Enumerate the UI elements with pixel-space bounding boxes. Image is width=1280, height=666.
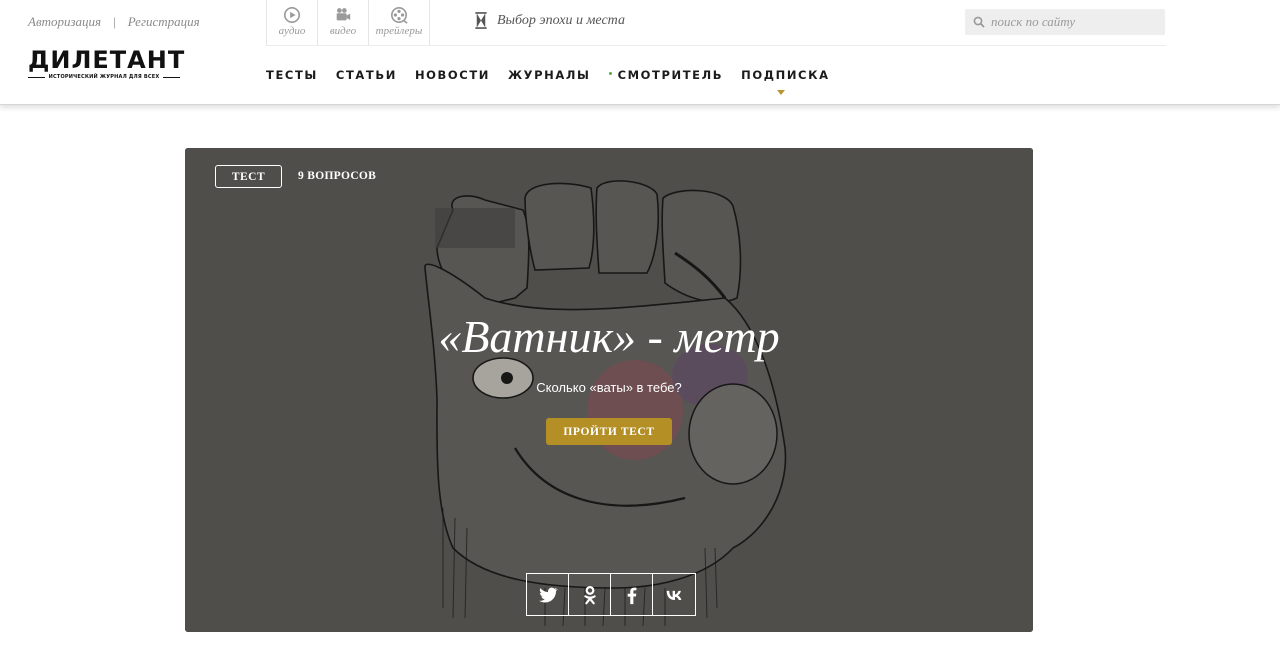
logo-tagline-row: ИСТОРИЧЕСКИЙ ЖУРНАЛ ДЛЯ ВСЕХ: [28, 74, 181, 80]
play-circle-icon: [283, 6, 301, 24]
logo-title: ДИЛЕТАНТ: [28, 46, 186, 74]
test-subtitle: Сколько «ваты» в тебе?: [536, 380, 682, 395]
share-facebook-button[interactable]: [611, 574, 653, 615]
share-odnoklassniki-button[interactable]: [569, 574, 611, 615]
nav-dot: [608, 72, 612, 75]
site-header: Авторизация | Регистрация ДИЛЕТАНТ ИСТОР…: [0, 0, 1280, 105]
share-buttons: [526, 573, 696, 616]
search-box: [965, 9, 1165, 35]
nav-item-tests[interactable]: ТЕСТЫ: [266, 68, 318, 82]
hourglass-icon: [475, 12, 487, 29]
video-camera-icon: [336, 8, 351, 21]
video-label: видео: [329, 25, 357, 37]
search-input[interactable]: [991, 14, 1161, 30]
main-nav: ТЕСТЫ СТАТЬИ НОВОСТИ ЖУРНАЛЫ СМОТРИТЕЛЬ …: [266, 68, 830, 95]
test-tag-badge[interactable]: ТЕСТ: [215, 165, 282, 188]
epoch-label: Выбор эпохи и места: [497, 12, 625, 28]
nav-item-articles[interactable]: СТАТЬИ: [336, 68, 397, 82]
test-hero-card: ТЕСТ 9 ВОПРОСОВ «Ватник» - метр Сколько …: [185, 148, 1033, 632]
auth-links: Авторизация | Регистрация: [28, 14, 200, 30]
questions-count: 9 ВОПРОСОВ: [298, 170, 377, 182]
nav-item-subscription-label: ПОДПИСКА: [741, 68, 830, 82]
nav-item-news[interactable]: НОВОСТИ: [415, 68, 490, 82]
trailers-link[interactable]: трейлеры: [368, 0, 430, 45]
login-link[interactable]: Авторизация: [28, 14, 101, 30]
test-title: «Ватник» - метр: [438, 311, 780, 362]
share-vk-button[interactable]: [653, 574, 695, 615]
site-logo[interactable]: ДИЛЕТАНТ ИСТОРИЧЕСКИЙ ЖУРНАЛ ДЛЯ ВСЕХ: [28, 46, 186, 80]
twitter-icon: [538, 587, 558, 603]
register-link[interactable]: Регистрация: [128, 14, 200, 30]
start-test-button[interactable]: ПРОЙТИ ТЕСТ: [546, 418, 672, 445]
vk-icon: [666, 590, 682, 600]
film-reel-icon: [390, 6, 408, 24]
nav-item-journals[interactable]: ЖУРНАЛЫ: [508, 68, 591, 82]
nav-item-watcher[interactable]: СМОТРИТЕЛЬ: [608, 68, 724, 82]
video-link[interactable]: видео: [317, 0, 368, 45]
search-icon: [973, 16, 985, 28]
chevron-down-icon: [777, 90, 786, 95]
share-twitter-button[interactable]: [527, 574, 569, 615]
auth-separator: |: [113, 14, 116, 29]
nav-item-subscription[interactable]: ПОДПИСКА: [741, 68, 830, 95]
logo-tagline: ИСТОРИЧЕСКИЙ ЖУРНАЛ ДЛЯ ВСЕХ: [48, 74, 160, 80]
trailers-label: трейлеры: [375, 25, 423, 37]
epoch-selector[interactable]: Выбор эпохи и места: [474, 12, 625, 29]
audio-label: аудио: [278, 25, 306, 37]
media-links: аудио видео трейлеры: [266, 0, 430, 45]
nav-item-watcher-label: СМОТРИТЕЛЬ: [617, 68, 724, 82]
odnoklassniki-icon: [583, 585, 596, 604]
header-divider: [266, 45, 1166, 46]
audio-link[interactable]: аудио: [266, 0, 317, 45]
facebook-icon: [627, 587, 636, 604]
